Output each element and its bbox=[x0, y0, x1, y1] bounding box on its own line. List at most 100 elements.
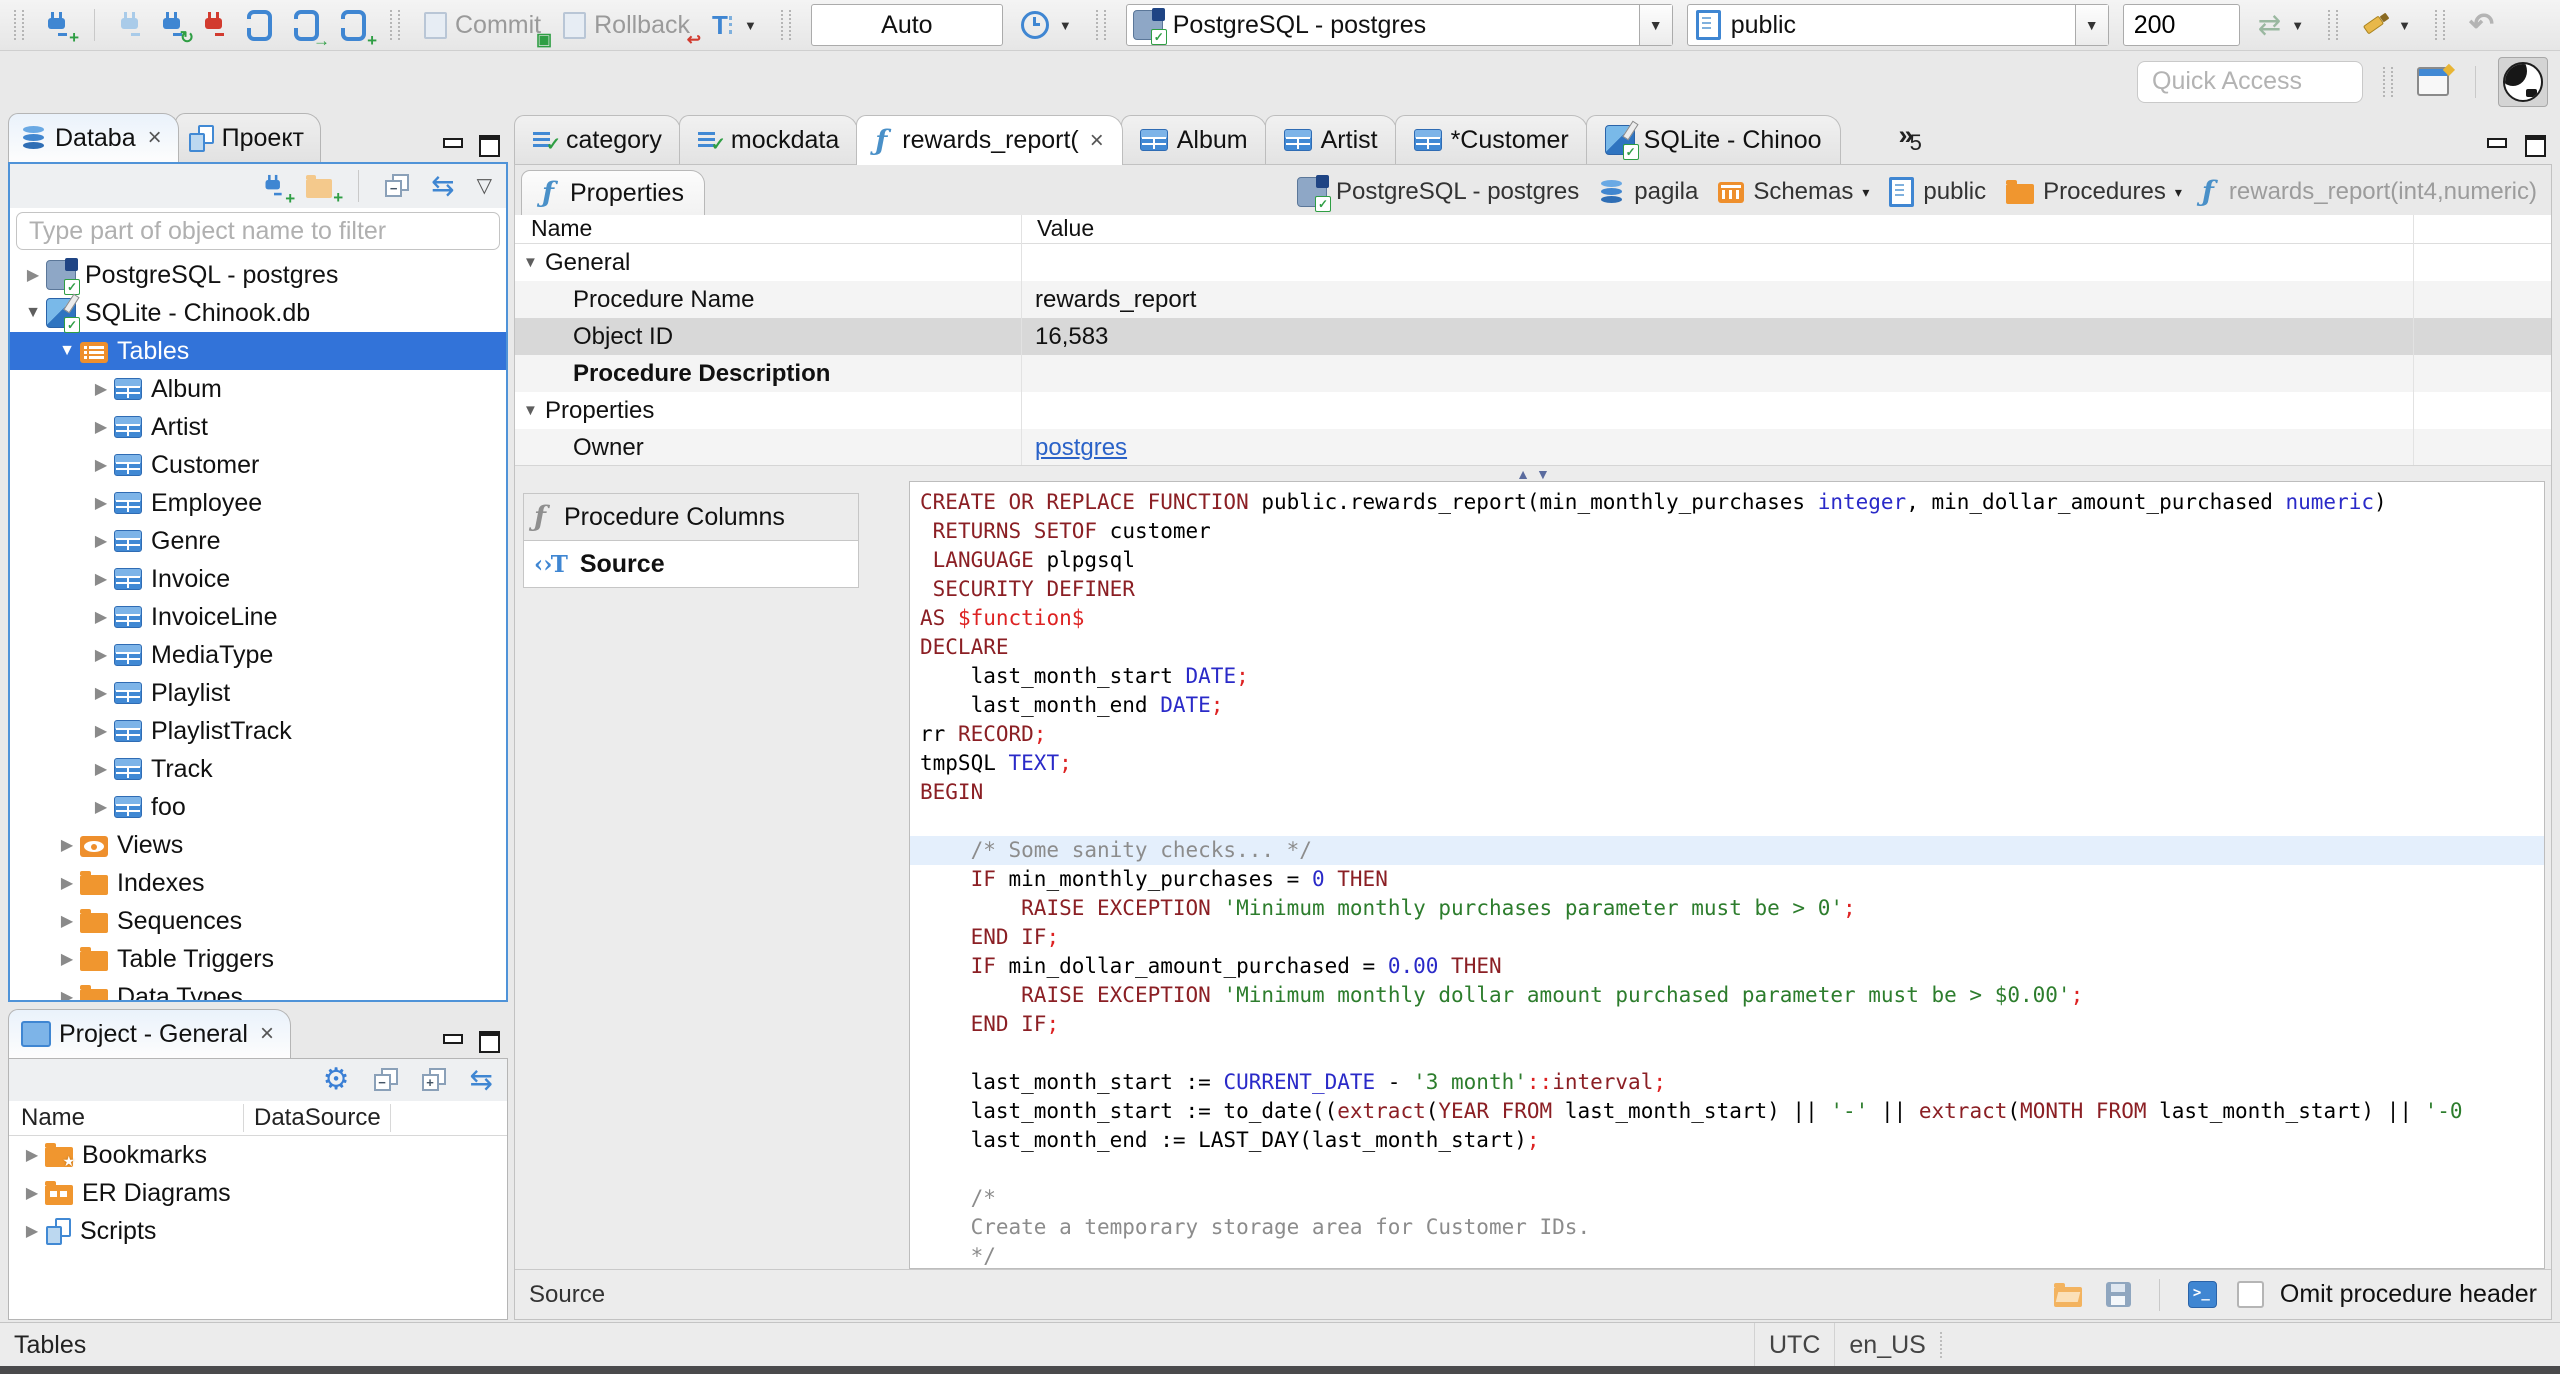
link-with-editor-button[interactable]: ⇆ bbox=[427, 170, 458, 202]
subtab-procedure-columns[interactable]: ƒ Procedure Columns bbox=[523, 493, 859, 540]
source-code-editor[interactable]: CREATE OR REPLACE FUNCTION public.reward… bbox=[909, 481, 2545, 1269]
tree-item-sequences[interactable]: ▶ Sequences bbox=[10, 902, 506, 940]
collapsed-arrow-icon[interactable]: ▶ bbox=[54, 949, 80, 969]
quick-access-input[interactable] bbox=[2137, 60, 2363, 103]
nav-new-folder-button[interactable]: + bbox=[302, 173, 343, 206]
collapsed-arrow-icon[interactable]: ▶ bbox=[88, 797, 114, 817]
tree-item-indexes[interactable]: ▶ Indexes bbox=[10, 864, 506, 902]
tree-item-customer[interactable]: ▶ Customer bbox=[10, 446, 506, 484]
project-item-scripts[interactable]: ▶ Scripts bbox=[9, 1212, 507, 1250]
tree-item-employee[interactable]: ▶ Employee bbox=[10, 484, 506, 522]
sql-editor-button[interactable] bbox=[243, 8, 276, 43]
column-divider[interactable] bbox=[2413, 215, 2414, 465]
collapsed-arrow-icon[interactable]: ▶ bbox=[54, 911, 80, 931]
breadcrumb-schemas[interactable]: Schemas ▾ bbox=[1718, 178, 1869, 206]
collapsed-arrow-icon[interactable]: ▶ bbox=[19, 1183, 45, 1203]
object-filter-input[interactable] bbox=[16, 212, 500, 250]
reconnect-button[interactable]: ↻ bbox=[159, 10, 194, 46]
tree-item-playlisttrack[interactable]: ▶ PlaylistTrack bbox=[10, 712, 506, 750]
grid-header-value[interactable]: Value bbox=[1037, 215, 2551, 243]
tree-item-album[interactable]: ▶ Album bbox=[10, 370, 506, 408]
minimize-button[interactable] bbox=[2484, 134, 2510, 156]
tree-item-invoice[interactable]: ▶ Invoice bbox=[10, 560, 506, 598]
tree-item-playlist[interactable]: ▶ Playlist bbox=[10, 674, 506, 712]
project-item-er-diagrams[interactable]: ▶ ER Diagrams bbox=[9, 1174, 507, 1212]
collapse-all-button[interactable] bbox=[381, 172, 413, 200]
dbeaver-perspective-button[interactable] bbox=[2498, 56, 2548, 107]
maximize-button[interactable] bbox=[476, 1030, 502, 1053]
collapsed-arrow-icon[interactable]: ▶ bbox=[88, 607, 114, 627]
tab-overflow-indicator[interactable]: »5 bbox=[1899, 120, 1922, 164]
fetch-size-input[interactable] bbox=[2122, 4, 2240, 46]
tree-item-sqlite-chinook-db[interactable]: ▼ SQLite - Chinook.db bbox=[10, 294, 506, 333]
schema-dropdown-button[interactable]: ▼ bbox=[2074, 5, 2108, 45]
collapsed-arrow-icon[interactable]: ▶ bbox=[88, 531, 114, 551]
undo-button[interactable]: ↶ bbox=[2465, 8, 2498, 42]
column-divider[interactable] bbox=[1021, 215, 1022, 465]
auto-sync-button[interactable]: ⇄ ▼ bbox=[2254, 9, 2308, 41]
property-row-procedure-description[interactable]: Procedure Description bbox=[515, 355, 2551, 392]
project-collapse-all-button[interactable] bbox=[370, 1066, 402, 1094]
tree-item-tables[interactable]: ▼ Tables bbox=[10, 332, 506, 370]
editor-tab-mockdata[interactable]: mockdata bbox=[678, 115, 859, 164]
collapsed-arrow-icon[interactable]: ▶ bbox=[88, 721, 114, 741]
tree-item-track[interactable]: ▶ Track bbox=[10, 750, 506, 788]
splitter-up-icon[interactable]: ▲ bbox=[1516, 466, 1530, 482]
tab-project-general[interactable]: Project - General × bbox=[8, 1009, 291, 1058]
tree-item-postgresql-postgres[interactable]: ▶ PostgreSQL - postgres bbox=[10, 256, 506, 295]
expanded-arrow-icon[interactable]: ▼ bbox=[54, 342, 80, 360]
property-row-properties[interactable]: ▼ Properties bbox=[515, 392, 2551, 429]
tab-project-explorer[interactable]: Проект bbox=[174, 113, 321, 162]
column-header-datasource[interactable]: DataSource bbox=[244, 1104, 391, 1132]
transaction-history-button[interactable]: ▼ bbox=[1017, 9, 1076, 41]
close-icon[interactable]: × bbox=[148, 124, 162, 152]
property-row-object-id[interactable]: Object ID 16,583 bbox=[515, 318, 2551, 355]
editor-tab-category[interactable]: category bbox=[514, 115, 681, 164]
tree-item-views[interactable]: ▶ Views bbox=[10, 826, 506, 864]
property-row-general[interactable]: ▼ General bbox=[515, 244, 2551, 281]
transaction-mode-combo[interactable]: Auto bbox=[810, 4, 1003, 46]
tree-item-genre[interactable]: ▶ Genre bbox=[10, 522, 506, 560]
collapsed-arrow-icon[interactable]: ▶ bbox=[88, 759, 114, 779]
minimize-button[interactable] bbox=[440, 1030, 466, 1052]
collapsed-arrow-icon[interactable]: ▶ bbox=[88, 683, 114, 703]
close-icon[interactable]: × bbox=[1090, 127, 1104, 155]
open-sql-console-button[interactable]: → bbox=[290, 8, 330, 49]
editor-tab-rewards-report[interactable]: ƒ rewards_report(× bbox=[856, 115, 1123, 165]
new-sql-editor-button[interactable]: + bbox=[337, 8, 377, 49]
open-in-sql-console-button[interactable] bbox=[2184, 1279, 2221, 1310]
editor-tab-album[interactable]: Album bbox=[1120, 115, 1267, 164]
expanded-arrow-icon[interactable]: ▼ bbox=[20, 304, 46, 322]
subtab-source[interactable]: ‹›T Source bbox=[523, 540, 859, 588]
collapsed-arrow-icon[interactable]: ▶ bbox=[88, 645, 114, 665]
rollback-button[interactable]: ↩ Rollback bbox=[559, 9, 701, 48]
project-link-editor-button[interactable]: ⇆ bbox=[466, 1064, 497, 1096]
load-from-file-button[interactable] bbox=[2050, 1281, 2086, 1309]
omit-header-checkbox[interactable] bbox=[2236, 1281, 2264, 1308]
breadcrumb-public[interactable]: public bbox=[1889, 177, 1986, 207]
tree-item-foo[interactable]: ▶ foo bbox=[10, 788, 506, 826]
collapsed-arrow-icon[interactable]: ▶ bbox=[88, 493, 114, 513]
owner-link[interactable]: postgres bbox=[1035, 434, 1127, 461]
maximize-button[interactable] bbox=[476, 134, 502, 157]
collapsed-arrow-icon[interactable]: ▶ bbox=[19, 1145, 45, 1165]
active-schema-combo[interactable]: public ▼ bbox=[1686, 4, 2109, 46]
save-to-file-button[interactable] bbox=[2102, 1280, 2135, 1309]
minimize-button[interactable] bbox=[440, 134, 466, 156]
editor-tab-customer[interactable]: *Customer bbox=[1394, 115, 1588, 164]
connection-dropdown-button[interactable]: ▼ bbox=[1638, 5, 1672, 45]
tree-item-invoiceline[interactable]: ▶ InvoiceLine bbox=[10, 598, 506, 636]
tree-item-artist[interactable]: ▶ Artist bbox=[10, 408, 506, 446]
tree-item-mediatype[interactable]: ▶ MediaType bbox=[10, 636, 506, 674]
breadcrumb-postgresql-postgres[interactable]: PostgreSQL - postgres bbox=[1297, 175, 1579, 212]
open-perspective-button[interactable] bbox=[2413, 59, 2455, 100]
editor-tab-artist[interactable]: Artist bbox=[1264, 115, 1397, 164]
active-connection-combo[interactable]: PostgreSQL - postgres ▼ bbox=[1125, 4, 1673, 46]
collapsed-arrow-icon[interactable]: ▶ bbox=[54, 873, 80, 893]
collapsed-arrow-icon[interactable]: ▶ bbox=[88, 417, 114, 437]
chevron-down-icon[interactable]: ▾ bbox=[1862, 184, 1869, 201]
chevron-down-icon[interactable]: ▾ bbox=[2175, 184, 2182, 201]
nav-new-connection-button[interactable]: + bbox=[260, 171, 295, 207]
splitter-down-icon[interactable]: ▼ bbox=[1536, 466, 1550, 482]
tab-properties[interactable]: ƒ Properties bbox=[521, 170, 705, 215]
